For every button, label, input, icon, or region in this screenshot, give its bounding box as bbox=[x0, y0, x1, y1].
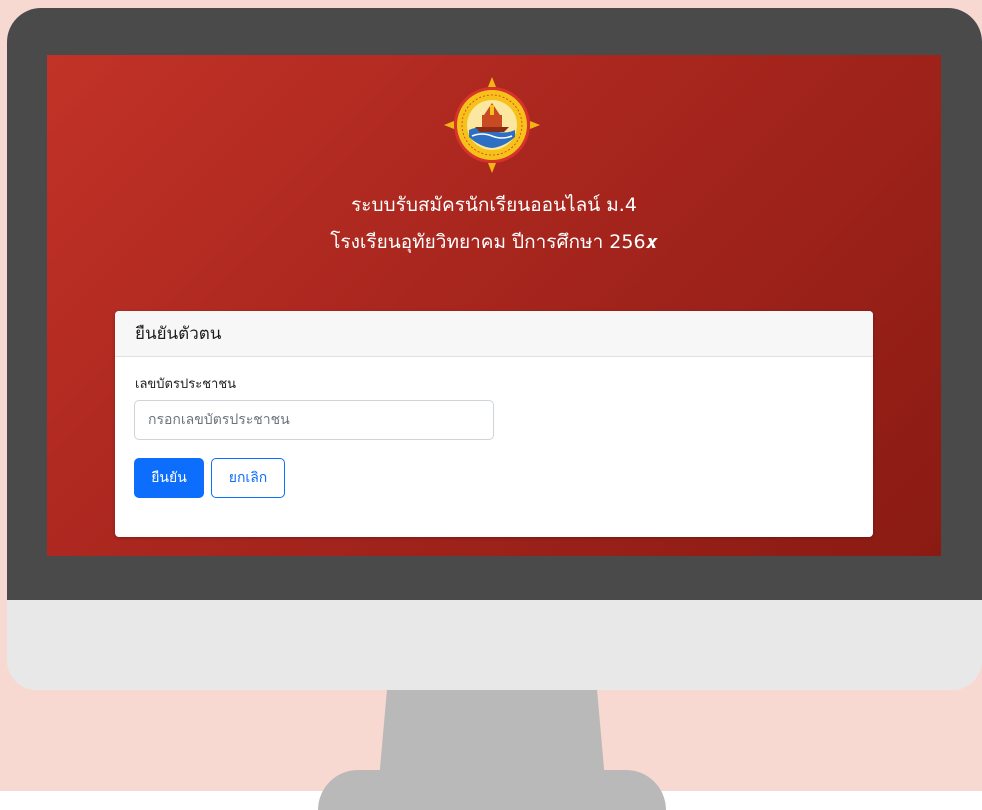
school-emblem-icon bbox=[444, 77, 540, 173]
national-id-label: เลขบัตรประชาชน bbox=[135, 377, 237, 392]
monitor-stand-base bbox=[318, 770, 666, 810]
page-subtitle: โรงเรียนอุทัยวิทยาคม ปีการศึกษา 256𝒙 bbox=[330, 231, 658, 253]
national-id-input[interactable] bbox=[134, 400, 494, 440]
card-header: ยืนยันตัวตน bbox=[115, 311, 873, 357]
verify-identity-card: ยืนยันตัวตน เลขบัตรประชาชน ยืนยัน ยกเลิก bbox=[115, 311, 873, 537]
monitor-chin bbox=[7, 600, 982, 690]
app-screen: ระบบรับสมัครนักเรียนออนไลน์ ม.4 โรงเรียน… bbox=[47, 55, 941, 556]
cancel-button[interactable]: ยกเลิก bbox=[211, 458, 285, 498]
page-title: ระบบรับสมัครนักเรียนออนไลน์ ม.4 bbox=[351, 194, 637, 216]
card-title: ยืนยันตัวตน bbox=[135, 324, 222, 344]
confirm-button[interactable]: ยืนยัน bbox=[134, 458, 204, 498]
